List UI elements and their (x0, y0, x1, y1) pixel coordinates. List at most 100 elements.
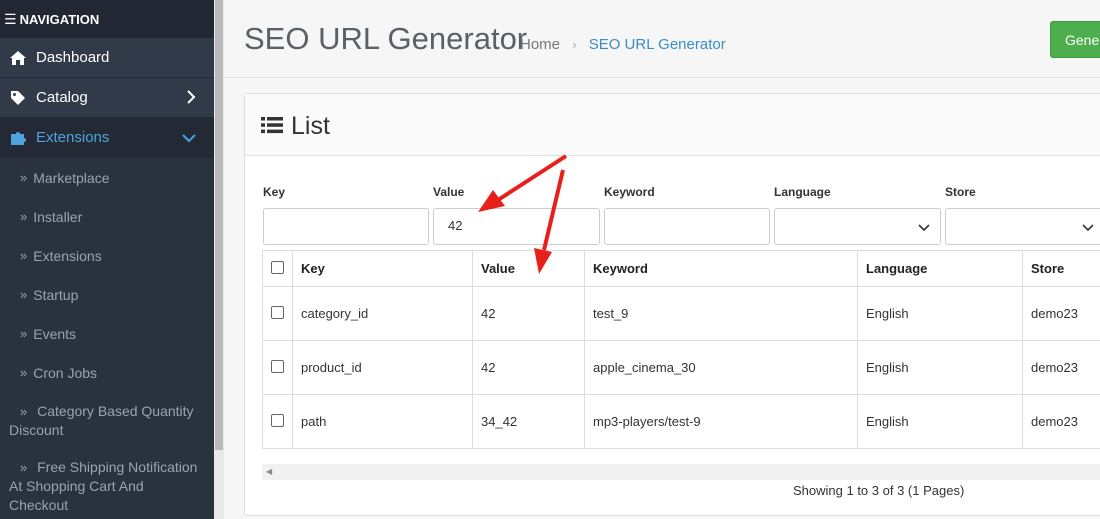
cell-keyword: apple_cinema_30 (584, 340, 858, 395)
double-chevron-icon: » (20, 248, 27, 263)
filter-keyword-input[interactable] (604, 208, 770, 245)
generate-button[interactable]: Gener (1050, 21, 1100, 58)
sidebar-subitem-label: Marketplace (33, 169, 110, 186)
sidebar: ☰ NAVIGATION Dashboard Catalog Extension… (0, 0, 214, 519)
puzzle-icon (8, 129, 28, 146)
sidebar-subitem-label: Startup (33, 286, 79, 303)
table-header-row: Key Value Keyword Language Store (262, 250, 1100, 287)
sidebar-subitem-free-shipping-notification[interactable]: » Free Shipping Notification At Shopping… (0, 448, 214, 519)
row-checkbox[interactable] (271, 359, 284, 373)
cell-key: product_id (292, 340, 473, 395)
sidebar-subitem-label: Category Based Quantity (37, 403, 194, 419)
filter-store-select[interactable] (945, 208, 1100, 245)
table-row: category_id 42 test_9 English demo23 (262, 286, 1100, 341)
sidebar-scrollbar-thumb[interactable] (215, 0, 223, 450)
column-header-value[interactable]: Value (472, 250, 585, 287)
cell-keyword: test_9 (584, 286, 858, 341)
table-row: product_id 42 apple_cinema_30 English de… (262, 340, 1100, 395)
sidebar-subitem-label: Installer (33, 208, 83, 225)
sidebar-item-extensions[interactable]: Extensions (0, 118, 214, 158)
sidebar-subitem-category-quantity-discount[interactable]: » Category Based Quantity Discount (0, 392, 214, 448)
cell-store: demo23 (1022, 286, 1100, 341)
row-select-cell (262, 394, 293, 449)
cell-value: 42 (472, 286, 585, 341)
row-select-cell (262, 286, 293, 341)
table-horizontal-scrollbar[interactable]: ◀ (262, 464, 1100, 480)
chevron-down-icon (1082, 220, 1094, 235)
sidebar-subitem-label: Free Shipping Notification (37, 459, 198, 475)
row-checkbox[interactable] (271, 413, 284, 427)
sidebar-subitem-label: Cron Jobs (33, 364, 98, 381)
sidebar-subitem-startup[interactable]: » Startup (0, 275, 214, 314)
cell-store: demo23 (1022, 340, 1100, 395)
select-all-cell (262, 250, 293, 287)
row-checkbox[interactable] (271, 305, 284, 319)
filter-language-label: Language (774, 185, 831, 199)
sidebar-item-catalog[interactable]: Catalog (0, 78, 214, 118)
double-chevron-icon: » (20, 287, 27, 302)
breadcrumb-separator: › (572, 37, 577, 52)
navigation-header-label: NAVIGATION (19, 11, 100, 27)
filter-key-label: Key (263, 185, 286, 199)
cell-language: English (857, 286, 1023, 341)
cell-key: category_id (292, 286, 473, 341)
chevron-down-icon (918, 220, 930, 235)
sidebar-subitem-marketplace[interactable]: » Marketplace (0, 158, 214, 197)
cell-store: demo23 (1022, 394, 1100, 449)
select-all-checkbox[interactable] (271, 260, 284, 274)
filter-language-select[interactable] (774, 208, 941, 245)
chevron-down-icon (182, 130, 196, 147)
menu-icon: ☰ (4, 10, 17, 27)
navigation-header: ☰ NAVIGATION (0, 0, 214, 38)
list-card: List Key Value Keyword Language Store 42… (244, 93, 1100, 516)
column-header-key[interactable]: Key (292, 250, 473, 287)
list-icon (261, 112, 283, 141)
chevron-right-icon (186, 90, 196, 108)
cell-key: path (292, 394, 473, 449)
row-select-cell (262, 340, 293, 395)
sidebar-subitem-cron-jobs[interactable]: » Cron Jobs (0, 353, 214, 392)
sidebar-subitem-installer[interactable]: » Installer (0, 197, 214, 236)
page-title: SEO URL Generator (244, 21, 528, 56)
seo-url-table: Key Value Keyword Language Store categor… (262, 250, 1100, 449)
filter-keyword-label: Keyword (604, 185, 655, 199)
sidebar-item-dashboard[interactable]: Dashboard (0, 38, 214, 78)
filter-store-label: Store (945, 185, 976, 199)
filter-key-input[interactable] (263, 208, 429, 245)
cell-keyword: mp3-players/test-9 (584, 394, 858, 449)
double-chevron-icon: » (20, 365, 27, 380)
sidebar-item-label: Extensions (36, 129, 110, 146)
column-header-store[interactable]: Store (1022, 250, 1100, 287)
column-header-language[interactable]: Language (857, 250, 1023, 287)
sidebar-subitem-label: Events (33, 325, 77, 342)
sidebar-subitem-events[interactable]: » Events (0, 314, 214, 353)
filter-value-input[interactable]: 42 (433, 208, 600, 245)
cell-language: English (857, 340, 1023, 395)
sidebar-item-label: Dashboard (36, 49, 110, 66)
filter-value-label: Value (433, 185, 465, 199)
cell-value: 34_42 (472, 394, 585, 449)
card-title: List (291, 112, 330, 140)
scroll-left-icon[interactable]: ◀ (266, 467, 272, 476)
card-header: List (245, 94, 1100, 156)
breadcrumb: Home › SEO URL Generator (520, 36, 726, 53)
sidebar-subitem-label-cont: Discount (9, 422, 64, 438)
table-row: path 34_42 mp3-players/test-9 English de… (262, 394, 1100, 449)
cell-language: English (857, 394, 1023, 449)
column-header-keyword[interactable]: Keyword (584, 250, 858, 287)
breadcrumb-home-link[interactable]: Home (520, 36, 560, 53)
sidebar-subitem-label: Extensions (33, 247, 102, 264)
double-chevron-icon: » (20, 326, 27, 341)
sidebar-subitem-label-cont: At Shopping Cart And Checkout (9, 478, 144, 513)
cell-value: 42 (472, 340, 585, 395)
double-chevron-icon: » (20, 460, 27, 475)
sidebar-item-label: Catalog (36, 89, 88, 106)
breadcrumb-current-link[interactable]: SEO URL Generator (589, 36, 726, 53)
home-icon (8, 50, 28, 66)
double-chevron-icon: » (20, 170, 27, 185)
pagination-summary: Showing 1 to 3 of 3 (1 Pages) (793, 483, 965, 498)
sidebar-subitem-extensions[interactable]: » Extensions (0, 236, 214, 275)
double-chevron-icon: » (20, 209, 27, 224)
sidebar-scrollbar[interactable] (214, 0, 224, 519)
double-chevron-icon: » (20, 404, 27, 419)
